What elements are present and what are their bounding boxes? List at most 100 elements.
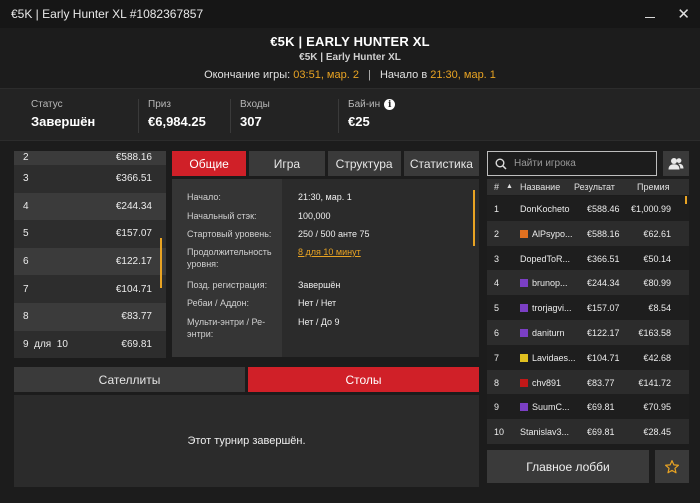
minimize-icon[interactable]: [645, 16, 656, 18]
player-rank: 5: [494, 303, 500, 314]
info-value: 250 / 500 анте 75: [298, 229, 370, 239]
list-item: 3 €366.51: [14, 165, 166, 193]
info-value: 21:30, мар. 1: [298, 192, 352, 202]
player-name: chv891: [532, 377, 562, 388]
search-icon: [495, 158, 507, 170]
close-icon[interactable]: ✕: [677, 7, 690, 22]
player-bonus: €1,000.99: [630, 204, 671, 214]
tab-structure[interactable]: Структура: [327, 151, 401, 176]
end-time: 03:51, мар. 2: [293, 69, 359, 81]
table-row[interactable]: 5 trorjagvi... €157.07 €8.54: [487, 295, 689, 320]
prize-list-scrollbar[interactable]: [160, 238, 162, 288]
info-icon[interactable]: i: [384, 99, 396, 110]
stat-status-value: Завершён: [31, 114, 96, 129]
players-table[interactable]: 1 DonKocheto €588.46 €1,000.99 2 AlPsypo... €5…: [487, 196, 689, 444]
prize-list[interactable]: 2 €588.16 3 €366.51 4 €244.34 5 €157.07 6 €12…: [14, 151, 166, 359]
end-label: Окончание игры:: [204, 69, 291, 81]
start-label: Начало в: [379, 69, 428, 81]
player-rank: 6: [494, 327, 500, 338]
table-row[interactable]: 3 DopedToR... €366.51 €50.14: [487, 245, 689, 271]
player-rank: 3: [494, 253, 500, 264]
main-lobby-button[interactable]: Главное лобби: [487, 450, 649, 483]
table-row[interactable]: 9 SuumC... €69.81 €70.95: [487, 394, 689, 420]
stat-buyin-value: €25: [348, 114, 370, 129]
country-flag-icon: [520, 328, 528, 337]
player-rank: 7: [494, 352, 500, 363]
level-duration-link[interactable]: 8 для 10 минут: [298, 246, 458, 258]
search-input[interactable]: [514, 158, 644, 169]
player-name: brunop...: [532, 278, 568, 289]
players-scrollbar[interactable]: [685, 196, 687, 204]
table-row[interactable]: 7 Lavidaes... €104.71 €42.68: [487, 344, 689, 370]
player-name: AlPsypo...: [532, 228, 573, 239]
player-name: Stanislav3...: [520, 427, 570, 438]
tab-game[interactable]: Игра: [249, 151, 325, 176]
sort-asc-icon[interactable]: ▲: [506, 183, 513, 190]
player-name: DopedToR...: [520, 253, 571, 264]
general-info-panel: Начало: 21:30, мар. 1 Начальный стэк: 10…: [172, 179, 479, 357]
stat-entries-label: Входы: [240, 99, 270, 110]
favorite-button[interactable]: [655, 450, 689, 483]
time-separator: |: [368, 69, 371, 81]
country-flag-icon: [520, 304, 528, 313]
player-bonus: €62.61: [643, 228, 671, 239]
player-rank: 8: [494, 377, 500, 388]
find-player-button[interactable]: [663, 151, 689, 176]
tournament-header: €5K | EARLY HUNTER XL €5K | Early Hunter…: [0, 28, 700, 88]
star-icon: [665, 459, 679, 473]
tab-satellites[interactable]: Сателлиты: [14, 367, 245, 392]
player-result: €69.81: [587, 427, 615, 438]
table-row[interactable]: 4 brunop... €244.34 €80.99: [487, 270, 689, 296]
info-panel-scrollbar[interactable]: [473, 190, 475, 246]
players-table-header: # ▲ Название Результат Премия: [487, 179, 689, 195]
player-result: €69.81: [587, 402, 615, 413]
player-result: €244.34: [587, 278, 620, 289]
player-rank: 9: [494, 402, 500, 413]
info-value: 100,000: [298, 211, 331, 221]
tab-statistics[interactable]: Статистика: [403, 151, 480, 176]
window-controls: ✕: [645, 7, 690, 22]
list-item: 4 €244.34: [14, 192, 166, 221]
list-item: 8 €83.77: [14, 302, 166, 331]
col-result[interactable]: Результат: [574, 182, 615, 192]
tab-tables[interactable]: Столы: [248, 367, 479, 392]
window-title: €5K | Early Hunter XL #1082367857: [11, 7, 204, 21]
info-tabs: Общие Игра Структура Статистика: [172, 151, 480, 176]
table-row[interactable]: 8 chv891 €83.77 €141.72: [487, 369, 689, 395]
info-label: Позд. регистрация:: [187, 280, 268, 290]
stat-prize-label: Приз: [148, 99, 171, 110]
table-row[interactable]: 6 daniturn €122.17 €163.58: [487, 319, 689, 345]
stat-divider: [138, 99, 139, 133]
player-bonus: €42.68: [643, 352, 671, 363]
stat-prize-value: €6,984.25: [148, 114, 206, 129]
player-result: €104.71: [587, 352, 620, 363]
stat-buyin-label-wrap: Бай-ин i: [348, 99, 396, 110]
country-flag-icon: [520, 353, 528, 362]
player-bonus: €28.45: [643, 427, 671, 438]
table-row[interactable]: 2 AlPsypo... €588.16 €62.61: [487, 220, 689, 246]
col-name[interactable]: Название: [520, 182, 560, 192]
player-rank: 10: [494, 427, 505, 438]
player-search[interactable]: [487, 151, 657, 176]
tournament-times: Окончание игры: 03:51, мар. 2 | Начало в…: [0, 69, 700, 81]
window-titlebar: €5K | Early Hunter XL #1082367857 ✕: [0, 0, 700, 28]
col-bonus[interactable]: Премия: [637, 182, 670, 192]
info-value: Нет / Нет: [298, 298, 337, 308]
country-flag-icon: [520, 279, 528, 288]
stat-status: Статус Завершён: [31, 99, 95, 129]
table-row[interactable]: 10 Stanislav3... €69.81 €28.45: [487, 419, 689, 444]
player-bonus: €80.99: [643, 278, 671, 289]
list-item: 6 €122.17: [14, 247, 166, 276]
stat-entries-value: 307: [240, 114, 262, 129]
bottom-tabs: Сателлиты Столы: [14, 367, 479, 392]
player-name: SuumC...: [532, 402, 570, 413]
start-time: 21:30, мар. 1: [430, 69, 496, 81]
stat-prize: Приз €6,984.25: [148, 99, 206, 129]
info-label: Мульти-энтри / Ре-энтри:: [187, 317, 266, 339]
player-result: €157.07: [587, 303, 620, 314]
col-rank[interactable]: #: [494, 182, 499, 192]
player-result: €366.51: [587, 253, 620, 264]
stat-divider: [230, 99, 231, 133]
tab-general[interactable]: Общие: [172, 151, 247, 176]
table-row[interactable]: 1 DonKocheto €588.46 €1,000.99: [487, 196, 689, 221]
